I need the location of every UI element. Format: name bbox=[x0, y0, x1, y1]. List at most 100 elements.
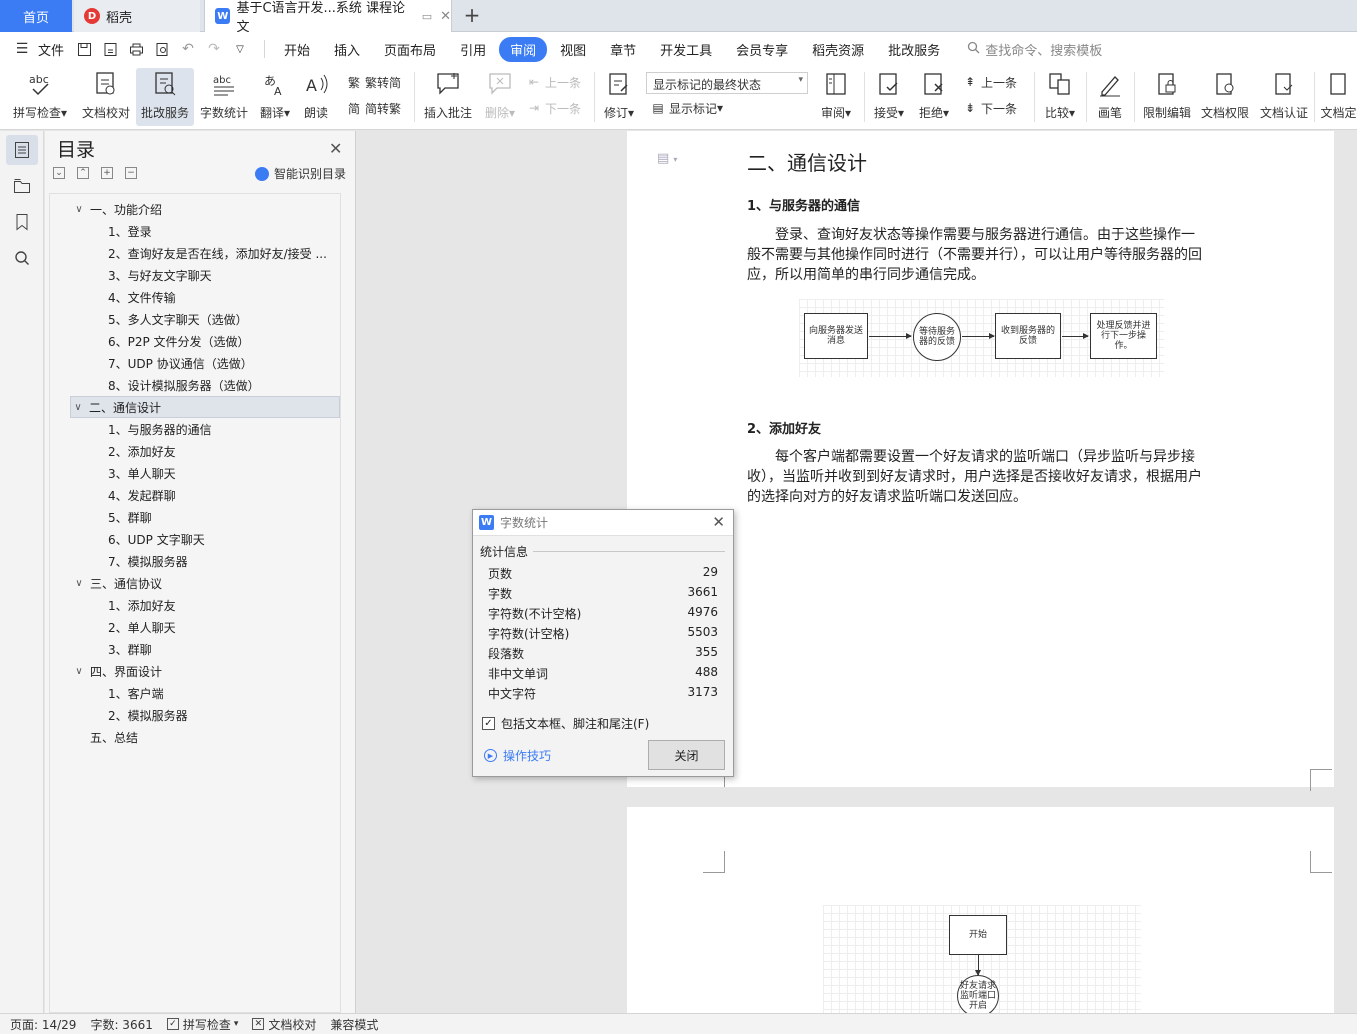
chevron-down-icon[interactable]: ∨ bbox=[72, 578, 86, 589]
page-indicator[interactable]: 页面: 14/29 bbox=[10, 1016, 76, 1033]
show-markup-button[interactable]: ▤ 显示标记 ▾ bbox=[650, 98, 723, 118]
chevron-down-icon[interactable]: ∨ bbox=[72, 204, 86, 215]
toc-item[interactable]: ∨ 一、功能介绍 bbox=[72, 198, 334, 220]
menu-tab[interactable]: 引用 bbox=[449, 37, 497, 62]
smart-toc-button[interactable]: 智能识别目录 bbox=[255, 165, 346, 182]
save-icon[interactable] bbox=[74, 39, 94, 59]
toc-item[interactable]: 7、模拟服务器 bbox=[108, 550, 334, 572]
doc-proofread-button[interactable]: 文档校对 bbox=[78, 68, 134, 126]
spell-check-status[interactable]: ✓ 拼写检查 ▾ bbox=[166, 1016, 238, 1033]
doc-permission-button[interactable]: 文档权限 bbox=[1198, 68, 1252, 126]
menu-tab[interactable]: 会员专享 bbox=[725, 37, 799, 62]
toc-item[interactable]: 8、设计模拟服务器（选做） bbox=[108, 374, 334, 396]
track-changes-button[interactable]: 修订▾ bbox=[600, 68, 638, 126]
menu-tab[interactable]: 稻壳资源 bbox=[801, 37, 875, 62]
proofread-status[interactable]: ✕ 文档校对 bbox=[252, 1016, 316, 1033]
chevron-down-icon[interactable]: ∨ bbox=[71, 402, 85, 413]
print-preview-icon[interactable] bbox=[152, 39, 172, 59]
doc-final-button[interactable]: 文档定 bbox=[1320, 68, 1357, 126]
doc-certify-button[interactable]: 文档认证 bbox=[1257, 68, 1311, 126]
tips-link[interactable]: ▶ 操作技巧 bbox=[484, 747, 551, 764]
toc-item[interactable]: 2、单人聊天 bbox=[108, 616, 334, 638]
file-menu[interactable]: 文件 bbox=[38, 40, 64, 59]
toc-item[interactable]: ∨ 三、通信协议 bbox=[72, 572, 334, 594]
toc-item[interactable]: 3、群聊 bbox=[108, 638, 334, 660]
undo-icon[interactable]: ↶ bbox=[178, 39, 198, 59]
toc-item[interactable]: 2、模拟服务器 bbox=[108, 704, 334, 726]
print-icon[interactable] bbox=[126, 39, 146, 59]
toc-item[interactable]: 4、发起群聊 bbox=[108, 484, 334, 506]
word-count-indicator[interactable]: 字数: 3661 bbox=[90, 1016, 152, 1033]
command-search[interactable]: 查找命令、搜索模板 bbox=[967, 40, 1102, 59]
insert-comment-button[interactable]: 插入批注 bbox=[420, 68, 476, 126]
toc-item[interactable]: 6、UDP 文字聊天 bbox=[108, 528, 334, 550]
menu-tab[interactable]: 开始 bbox=[273, 37, 321, 62]
export-pdf-icon[interactable] bbox=[100, 39, 120, 59]
simp-to-trad-button[interactable]: 简简转繁 bbox=[346, 98, 401, 118]
quick-access-dropdown-icon[interactable]: ▽ bbox=[230, 39, 250, 59]
close-icon[interactable]: ✕ bbox=[329, 139, 342, 158]
toc-panel-icon[interactable] bbox=[6, 135, 38, 165]
toc-item[interactable]: 2、添加好友 bbox=[108, 440, 334, 462]
tab-document[interactable]: W 基于C语言开发...系统 课程论文 ▭ ✕ bbox=[204, 0, 452, 35]
spell-check-button[interactable]: abc 拼写检查▾ bbox=[8, 68, 72, 126]
delete-comment-button[interactable]: 删除▾ bbox=[480, 68, 520, 126]
close-button[interactable]: 关闭 bbox=[648, 740, 725, 770]
menu-tab[interactable]: 插入 bbox=[323, 37, 371, 62]
toc-item[interactable]: ∨ 二、通信设计 bbox=[70, 396, 340, 418]
next-change-button[interactable]: ⇟ 下一条 bbox=[962, 98, 1017, 118]
toc-item[interactable]: 五、总结 bbox=[72, 726, 334, 748]
toc-item[interactable]: 3、与好友文字聊天 bbox=[108, 264, 334, 286]
menu-tab[interactable]: 审阅 bbox=[499, 36, 548, 62]
menu-tab[interactable]: 章节 bbox=[599, 37, 647, 62]
tab-close-icon[interactable]: ✕ bbox=[440, 9, 451, 24]
tab-daoke[interactable]: D 稻壳 bbox=[74, 0, 200, 32]
checkbox-icon[interactable]: ✓ bbox=[482, 717, 495, 730]
menu-tab[interactable]: 视图 bbox=[549, 37, 597, 62]
toc-item[interactable]: 4、文件传输 bbox=[108, 286, 334, 308]
toc-item[interactable]: 6、P2P 文件分发（选做） bbox=[108, 330, 334, 352]
chapter-nav-icon[interactable] bbox=[6, 171, 38, 201]
page-menu-icon[interactable]: ▤ ▾ bbox=[657, 151, 677, 166]
include-textbox-checkbox[interactable]: ✓ 包括文本框、脚注和尾注(F) bbox=[482, 715, 649, 732]
dialog-titlebar[interactable]: W 字数统计 ✕ bbox=[473, 510, 733, 536]
menu-tab[interactable]: 批改服务 bbox=[877, 37, 951, 62]
reject-button[interactable]: 拒绝▾ bbox=[914, 68, 954, 126]
remove-heading-icon[interactable]: − bbox=[125, 167, 137, 179]
expand-up-icon[interactable]: ⌃ bbox=[77, 167, 89, 179]
next-comment-button[interactable]: ⇥ 下一条 bbox=[526, 98, 581, 118]
toc-item[interactable]: 1、与服务器的通信 bbox=[108, 418, 334, 440]
restrict-edit-button[interactable]: 限制编辑 bbox=[1140, 68, 1194, 126]
menu-tab[interactable]: 页面布局 bbox=[373, 37, 447, 62]
toc-item[interactable]: 1、添加好友 bbox=[108, 594, 334, 616]
pen-button[interactable]: 画笔 bbox=[1092, 68, 1128, 126]
toc-item[interactable]: ∨ 四、界面设计 bbox=[72, 660, 334, 682]
compare-button[interactable]: 比较▾ bbox=[1040, 68, 1080, 126]
add-heading-icon[interactable]: + bbox=[101, 167, 113, 179]
toc-item[interactable]: 7、UDP 协议通信（选做） bbox=[108, 352, 334, 374]
redo-icon[interactable]: ↷ bbox=[204, 39, 224, 59]
toc-item[interactable]: 2、查询好友是否在线，添加好友/接受 ... bbox=[108, 242, 334, 264]
toc-item[interactable]: 1、客户端 bbox=[108, 682, 334, 704]
tab-pin-icon[interactable]: ▭ bbox=[422, 10, 432, 23]
tab-home[interactable]: 首页 bbox=[0, 0, 72, 32]
toc-item[interactable]: 3、单人聊天 bbox=[108, 462, 334, 484]
toc-item[interactable]: 1、登录 bbox=[108, 220, 334, 242]
menu-tab[interactable]: 开发工具 bbox=[649, 37, 723, 62]
chevron-down-icon[interactable]: ∨ bbox=[72, 666, 86, 677]
trad-to-simp-button[interactable]: 繁繁转简 bbox=[346, 72, 401, 92]
translate-button[interactable]: あA 翻译▾ bbox=[255, 68, 295, 126]
prev-change-button[interactable]: ⇞ 上一条 bbox=[962, 72, 1017, 92]
document-page[interactable]: 开始 好友请求监听端口开启 bbox=[627, 807, 1334, 1013]
hamburger-icon[interactable]: ☰ bbox=[12, 39, 32, 59]
search-icon[interactable] bbox=[6, 243, 38, 273]
close-icon[interactable]: ✕ bbox=[712, 513, 725, 531]
review-pane-button[interactable]: 审阅▾ bbox=[816, 68, 856, 126]
prev-comment-button[interactable]: ⇤ 上一条 bbox=[526, 72, 581, 92]
correction-service-button[interactable]: 批改服务 bbox=[136, 68, 194, 126]
word-count-button[interactable]: abc 字数统计 bbox=[197, 68, 251, 126]
bookmark-icon[interactable] bbox=[6, 207, 38, 237]
toc-item[interactable]: 5、多人文字聊天（选做） bbox=[108, 308, 334, 330]
new-tab-button[interactable]: + bbox=[460, 4, 484, 28]
collapse-all-icon[interactable]: ⌄ bbox=[53, 167, 65, 179]
